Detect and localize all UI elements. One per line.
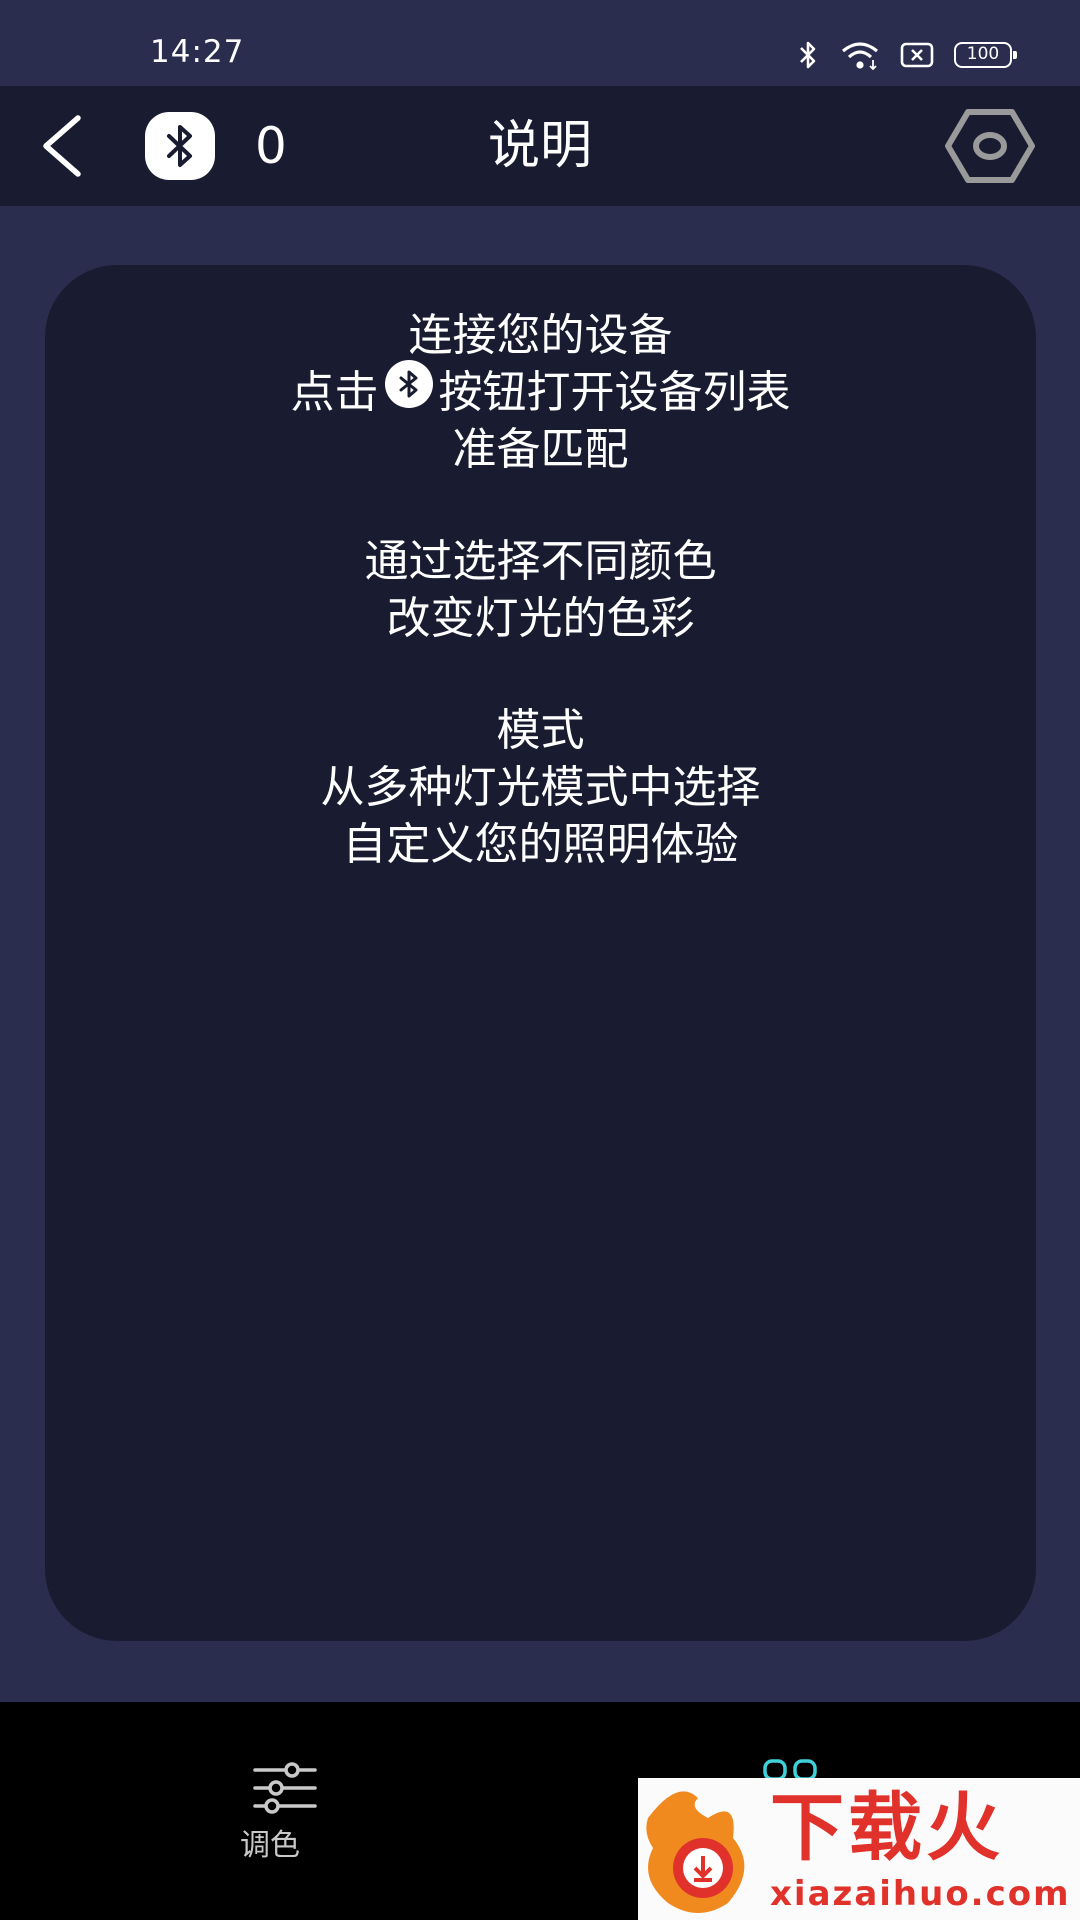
instruction-line: 连接您的设备	[408, 310, 673, 361]
wifi-icon	[841, 42, 879, 70]
instruction-line-with-icon: 点击 按钮打开设备列表	[45, 360, 1036, 421]
instruction-text: 点击	[290, 367, 379, 418]
page-title: 说明	[487, 116, 592, 176]
watermark-text: 下载火	[770, 1785, 1004, 1871]
settings-button[interactable]	[942, 106, 1038, 186]
instruction-text: 按钮打开设备列表	[438, 367, 791, 418]
header-bar: 0 说明	[0, 86, 1080, 206]
hexagon-gear-icon	[945, 109, 1035, 183]
nav-item-color[interactable]: 调色	[0, 1702, 540, 1920]
status-icons: 100	[796, 38, 1017, 72]
bluetooth-inline-icon	[384, 360, 433, 408]
watermark-url: xiazaihuo.com	[770, 1874, 1071, 1914]
instruction-line: 模式	[496, 705, 585, 756]
flame-logo-icon	[646, 1791, 745, 1913]
sim-x-icon	[900, 42, 934, 68]
instruction-line: 通过选择不同颜色	[364, 536, 717, 587]
battery-indicator: 100	[954, 42, 1017, 68]
instructions-card: 连接您的设备 点击 按钮打开设备列表 准备匹配 通过选择不同颜色 改变灯光的色彩 …	[45, 265, 1036, 1641]
bluetooth-status-icon	[800, 41, 816, 69]
status-time: 14:27	[150, 34, 245, 70]
instruction-line: 改变灯光的色彩	[386, 593, 695, 644]
instruction-line: 准备匹配	[452, 424, 629, 475]
sliders-icon	[253, 1762, 317, 1814]
instructions-text: 连接您的设备 点击 按钮打开设备列表 准备匹配 通过选择不同颜色 改变灯光的色彩 …	[45, 307, 1036, 873]
instruction-line: 从多种灯光模式中选择	[320, 762, 761, 813]
watermark-logo: 下载火 xiazaihuo.com	[638, 1778, 1080, 1920]
status-bar: 14:27 100	[0, 0, 1080, 86]
nav-label-color: 调色	[240, 1828, 300, 1863]
instruction-line: 自定义您的照明体验	[342, 819, 739, 870]
